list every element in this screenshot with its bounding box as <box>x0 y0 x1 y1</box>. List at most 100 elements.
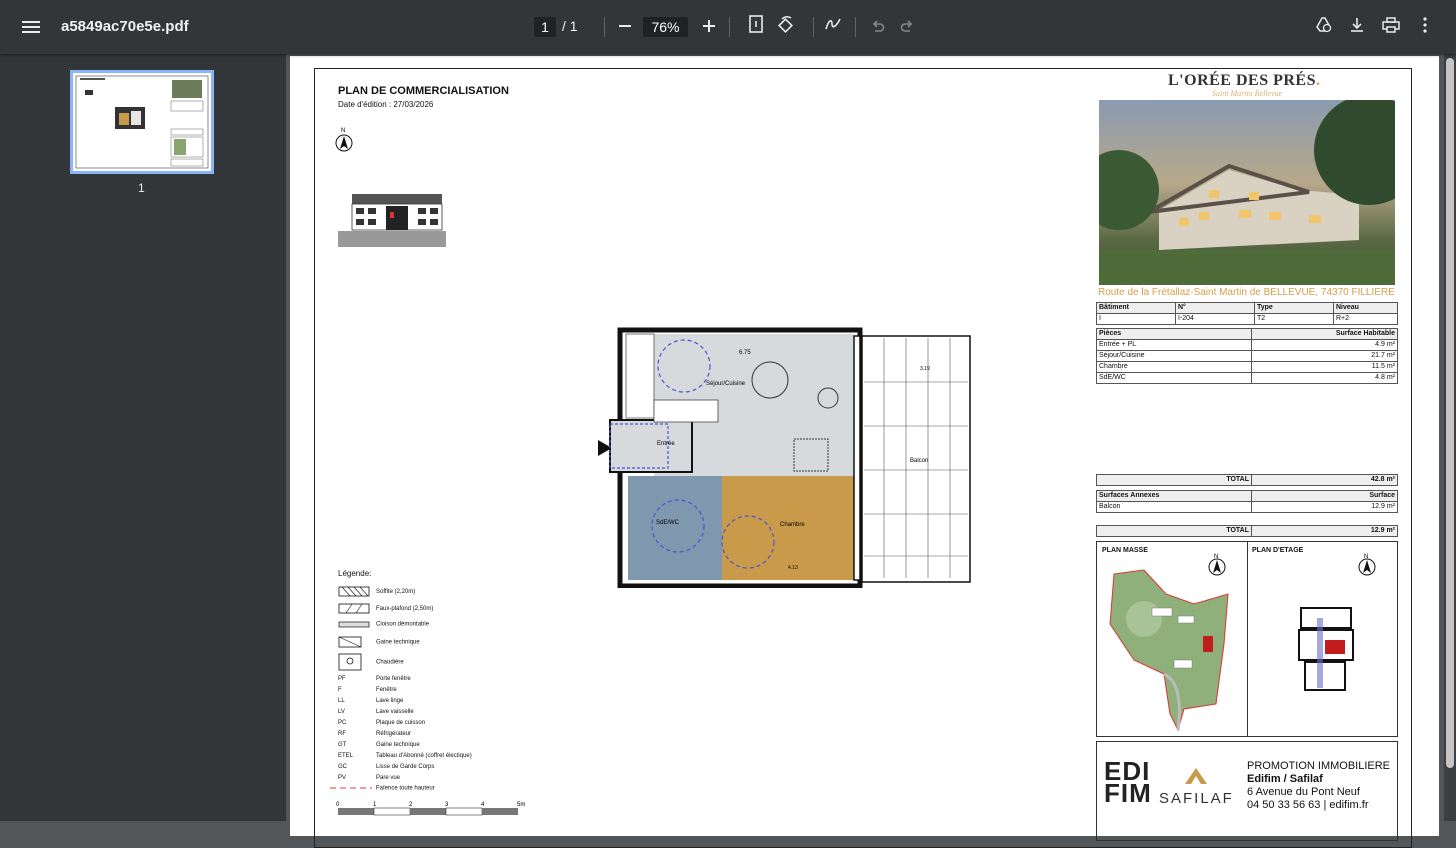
building-photo <box>1099 100 1395 285</box>
page-thumbnail-preview <box>75 75 209 169</box>
toolbar-divider <box>604 17 605 37</box>
table-row: SdE/WC 4.8 m² <box>1096 372 1398 384</box>
legend-item: LL Lave linge <box>338 698 404 704</box>
document-title: a5849ac70e5e.pdf <box>61 18 189 35</box>
total-habitable-row: TOTAL 42.8 m² <box>1096 474 1398 486</box>
room-label-sde: SdE/WC <box>656 520 680 526</box>
legend-item: Faïence toute hauteur <box>330 785 435 792</box>
download-button[interactable] <box>1343 13 1371 41</box>
partition-swatch-icon <box>338 621 370 628</box>
legend-item: GC Lisse de Garde Corps <box>338 764 435 770</box>
legend-item: PC Plaque de cuisson <box>338 720 426 726</box>
plan-etage-map <box>1298 607 1354 691</box>
pen-icon <box>825 18 841 30</box>
page-number-input[interactable]: 1 <box>534 17 556 37</box>
facade-drawing <box>338 194 446 247</box>
dimension-label: 6.75 <box>739 350 751 356</box>
svg-text:4: 4 <box>481 802 485 808</box>
table-header-row: Pièces Surface Habitable <box>1096 328 1398 340</box>
redo-button[interactable] <box>893 13 921 41</box>
legend-item: PF Porte fenêtre <box>338 676 411 682</box>
table-row: Chambre 11.5 m² <box>1096 361 1398 373</box>
safilaf-logo-mark <box>1185 768 1207 784</box>
zoom-input[interactable]: 76% <box>643 17 688 37</box>
north-arrow-icon: N <box>335 128 353 152</box>
legend-item: F Fenêtre <box>338 687 397 693</box>
legend-title: Légende: <box>338 569 372 578</box>
plan-masse-map <box>1109 569 1229 732</box>
plan-masse-title: PLAN MASSE <box>1102 547 1148 554</box>
drive-icon <box>1316 17 1332 33</box>
edition-date: Date d'édition : 27/03/2026 <box>338 100 434 109</box>
dimension-label: 3.19 <box>920 366 930 372</box>
redo-icon <box>900 20 913 32</box>
undo-button[interactable] <box>864 13 892 41</box>
toolbar-divider <box>729 17 730 37</box>
undo-icon <box>872 20 885 32</box>
project-address: Route de la Frétallaz-Saint Martin de BE… <box>1098 287 1395 298</box>
plan-etage-title: PLAN D'ETAGE <box>1252 547 1304 554</box>
hatch-swatch-icon <box>338 603 370 614</box>
page-thumbnail[interactable] <box>70 70 214 174</box>
rotate-icon <box>778 16 793 33</box>
rotate-button[interactable] <box>772 13 800 41</box>
scrollbar-thumb[interactable] <box>1446 58 1454 768</box>
zoom-in-button[interactable] <box>695 13 723 41</box>
svg-text:N: N <box>341 128 345 134</box>
print-icon <box>1382 17 1400 33</box>
north-arrow-icon: N <box>1358 554 1376 576</box>
print-button[interactable] <box>1377 13 1405 41</box>
promoter-info: PROMOTION IMMOBILIERE Edifim / Safilaf 6… <box>1247 760 1391 811</box>
legend-item: RF Réfrigérateur <box>338 731 412 737</box>
zoom-out-button[interactable] <box>611 13 639 41</box>
svg-text:0: 0 <box>336 802 340 808</box>
svg-text:3: 3 <box>445 802 449 808</box>
table-row: I I-204 T2 R+2 <box>1096 313 1398 325</box>
room-label-chambre: Chambre <box>780 522 805 528</box>
table-row: Balcon 12.9 m² <box>1096 501 1398 513</box>
svg-text:2: 2 <box>409 802 413 808</box>
brand-logo: L'ORÉE DES PRÉS. <box>1168 72 1321 89</box>
page-total: / 1 <box>562 18 578 34</box>
pdf-page: PLAN DE COMMERCIALISATION Date d'édition… <box>290 56 1439 848</box>
legend-item: ETEL Tableau d'Abonné (coffret électique) <box>338 753 472 759</box>
annex-table: Surfaces Annexes Surface Balcon 12.9 m² <box>1096 490 1398 513</box>
table-row: Entrée + PL 4.9 m² <box>1096 339 1398 351</box>
scale-bar: 0 1 2 3 4 5m <box>336 802 525 816</box>
boiler-swatch-icon <box>338 653 362 671</box>
download-icon <box>1351 18 1363 32</box>
legend-item: Gaine technique <box>338 636 420 648</box>
toolbar-divider <box>813 17 814 37</box>
toolbar-divider <box>855 17 856 37</box>
legend-item: Soffite (2,20m) <box>338 586 415 597</box>
room-label-balcon: Balcon <box>910 458 928 464</box>
shaft-swatch-icon <box>338 636 362 648</box>
legend-item: Chaudière <box>338 653 404 671</box>
minus-icon <box>619 25 631 27</box>
fit-page-icon <box>749 15 763 33</box>
table-header-row: Bâtiment N° Type Niveau <box>1096 302 1398 314</box>
save-to-drive-button[interactable] <box>1309 13 1337 41</box>
pdf-toolbar: a5849ac70e5e.pdf 1 / 1 76% <box>0 0 1456 54</box>
legend-item: Cloison démontable <box>338 620 429 628</box>
room-label-entree: Entrée <box>657 441 675 447</box>
page-thumbnail-number: 1 <box>138 181 145 195</box>
svg-text:5m: 5m <box>517 802 525 808</box>
building-illustration <box>1099 100 1395 285</box>
legend-item: Faux-plafond (2,50m) <box>338 603 433 614</box>
legend-item: PV Pare vue <box>338 775 401 781</box>
dashed-line-icon <box>330 787 372 789</box>
menu-icon[interactable] <box>22 18 40 36</box>
hatch-swatch-icon <box>338 586 370 597</box>
fit-page-button[interactable] <box>742 13 770 41</box>
box-divider <box>1247 541 1248 737</box>
dimension-label: 4.13 <box>788 565 798 571</box>
legend-item: GT Gaine technique <box>338 742 420 748</box>
annotate-button[interactable] <box>819 13 847 41</box>
legend-item: LV Lave vaisselle <box>338 709 414 715</box>
room-label-sejour: Séjour/Cuisine <box>706 381 746 387</box>
brand-subtitle: Saint Martin Bellevue <box>1212 89 1283 98</box>
safilaf-logo: SAFILAF <box>1159 790 1234 807</box>
more-options-button[interactable] <box>1411 13 1439 41</box>
more-vert-icon <box>1423 17 1427 33</box>
